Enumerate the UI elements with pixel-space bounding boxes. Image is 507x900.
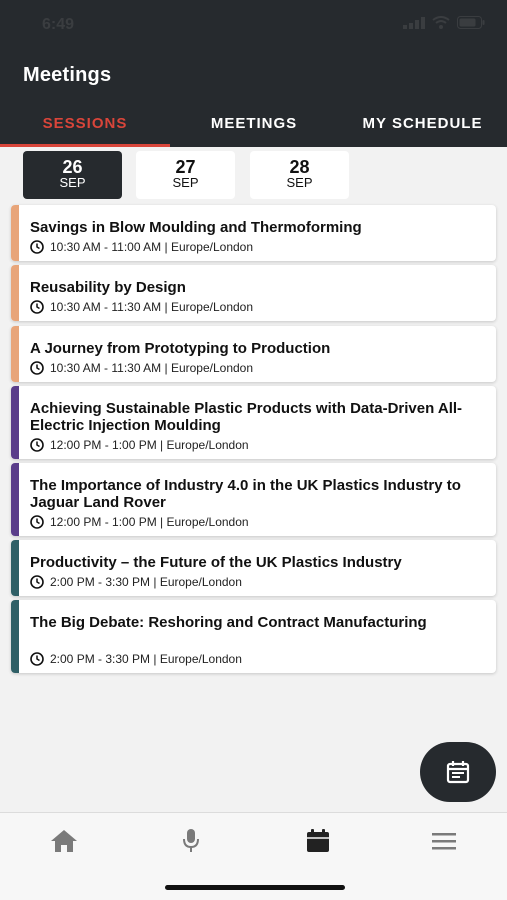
session-time: 12:00 PM - 1:00 PM | Europe/London (30, 515, 249, 529)
date-day: 27 (175, 157, 196, 177)
session-title: Savings in Blow Moulding and Thermoformi… (30, 219, 362, 236)
clock-icon (30, 652, 44, 666)
track-color-bar (11, 463, 19, 536)
date-month: SEP (286, 175, 313, 190)
date-day: 26 (62, 157, 83, 177)
schedule-fab-button[interactable] (420, 742, 496, 802)
tab-my-schedule[interactable]: MY SCHEDULE (338, 115, 507, 147)
session-card[interactable]: The Importance of Industry 4.0 in the UK… (11, 463, 496, 536)
session-time: 10:30 AM - 11:30 AM | Europe/London (30, 361, 253, 375)
session-time-text: 10:30 AM - 11:30 AM | Europe/London (50, 300, 254, 314)
tab-meetings[interactable]: MEETINGS (170, 115, 338, 147)
active-tab-indicator (0, 144, 170, 147)
session-card[interactable]: Savings in Blow Moulding and Thermoformi… (11, 205, 496, 261)
menu-icon (432, 833, 456, 850)
session-title: The Big Debate: Reshoring and Contract M… (30, 614, 427, 631)
track-color-bar (11, 326, 19, 382)
tab-sessions[interactable]: SESSIONS (0, 115, 170, 147)
date-month: SEP (59, 175, 86, 190)
signal-icon (403, 16, 425, 29)
nav-speakers-button[interactable] (171, 827, 211, 855)
battery-icon (457, 16, 485, 29)
clock-icon (30, 300, 44, 314)
session-time-text: 10:30 AM - 11:30 AM | Europe/London (50, 361, 254, 375)
home-icon (51, 830, 77, 852)
calendar-list-icon (446, 761, 470, 784)
page-title: Meetings (23, 64, 112, 86)
status-time: 6:49 (42, 16, 75, 33)
date-chip-28[interactable]: 28 SEP (250, 151, 349, 199)
session-time-text: 12:00 PM - 1:00 PM | Europe/London (50, 515, 249, 529)
date-chip-26[interactable]: 26 SEP (23, 151, 122, 199)
app-header: 6:49 Meetings SESSIONS MEETINGS MY SCHED… (0, 0, 507, 147)
session-time: 2:00 PM - 3:30 PM | Europe/London (30, 652, 242, 666)
track-color-bar (11, 205, 19, 261)
clock-icon (30, 438, 44, 452)
date-day: 28 (289, 157, 310, 177)
session-card[interactable]: A Journey from Prototyping to Production… (11, 326, 496, 382)
session-card[interactable]: Reusability by Design 10:30 AM - 11:30 A… (11, 265, 496, 321)
nav-menu-button[interactable] (424, 827, 464, 855)
calendar-icon (307, 829, 329, 852)
session-time: 2:00 PM - 3:30 PM | Europe/London (30, 575, 242, 589)
nav-agenda-button[interactable] (298, 827, 338, 855)
clock-icon (30, 361, 44, 375)
session-card[interactable]: Achieving Sustainable Plastic Products w… (11, 386, 496, 459)
session-time: 12:00 PM - 1:00 PM | Europe/London (30, 438, 249, 452)
track-color-bar (11, 600, 19, 673)
clock-icon (30, 240, 44, 254)
status-icons (403, 16, 485, 29)
microphone-icon (183, 829, 199, 852)
wifi-icon (432, 16, 450, 29)
session-time-text: 2:00 PM - 3:30 PM | Europe/London (50, 575, 242, 589)
session-title: Achieving Sustainable Plastic Products w… (30, 400, 463, 434)
date-month: SEP (172, 175, 199, 190)
track-color-bar (11, 540, 19, 596)
session-time: 10:30 AM - 11:00 AM | Europe/London (30, 240, 253, 254)
session-card[interactable]: Productivity – the Future of the UK Plas… (11, 540, 496, 596)
session-title: Reusability by Design (30, 279, 186, 296)
session-time-text: 10:30 AM - 11:00 AM | Europe/London (50, 240, 254, 254)
track-color-bar (11, 265, 19, 321)
session-title: A Journey from Prototyping to Production (30, 340, 331, 357)
track-color-bar (11, 386, 19, 459)
session-title: The Importance of Industry 4.0 in the UK… (30, 477, 461, 511)
nav-home-button[interactable] (44, 827, 84, 855)
clock-icon (30, 575, 44, 589)
session-time-text: 2:00 PM - 3:30 PM | Europe/London (50, 652, 242, 666)
home-indicator[interactable] (165, 885, 345, 890)
date-chip-27[interactable]: 27 SEP (136, 151, 235, 199)
session-title: Productivity – the Future of the UK Plas… (30, 554, 402, 571)
session-time: 10:30 AM - 11:30 AM | Europe/London (30, 300, 253, 314)
session-time-text: 12:00 PM - 1:00 PM | Europe/London (50, 438, 249, 452)
clock-icon (30, 515, 44, 529)
session-card[interactable]: The Big Debate: Reshoring and Contract M… (11, 600, 496, 673)
